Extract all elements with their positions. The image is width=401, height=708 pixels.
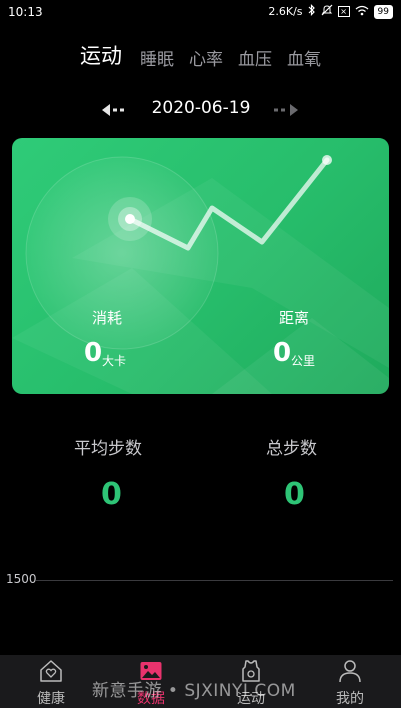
status-time: 10:13 [8,5,43,19]
distance-unit: 公里 [291,354,316,368]
nav-mine[interactable]: 我的 [310,655,390,708]
arrow-right-icon [274,104,298,116]
network-speed: 2.6K/s [268,5,303,18]
tab-blood-pressure[interactable]: 血压 [238,45,272,70]
sim-icon: × [337,6,350,17]
distance-label: 距离 [279,309,310,327]
previous-date-button[interactable] [100,102,132,118]
status-bar: 10:13 2.6K/s × 99 [0,0,401,26]
current-date: 2020-06-19 [151,98,251,118]
date-selector: 2020-06-19 [0,96,401,124]
heart-house-icon [40,660,62,682]
avg-steps-value: 0 [101,477,122,512]
mute-icon [321,4,333,19]
total-steps-label: 总步数 [266,439,317,459]
status-icons: 2.6K/s × 99 [268,4,393,19]
consumption-value: 0 [84,338,103,368]
total-steps-value: 0 [284,477,305,512]
consumption-unit: 大卡 [102,354,127,368]
watermark-text: 新意手游 • SJXINYI.COM [92,681,296,701]
chart-gridline [36,580,393,581]
distance-value: 0 [273,338,292,368]
card-decoration [12,155,389,394]
consumption-label: 消耗 [92,309,123,327]
nav-mine-label: 我的 [336,691,364,707]
summary-card: 消耗 0 大卡 距离 0 公里 [12,138,389,394]
chart-axis-label: 1500 [6,572,37,586]
wifi-icon [355,5,369,19]
tab-sport[interactable]: 运动 [80,40,122,70]
person-icon [339,660,361,683]
app-screen: 10:13 2.6K/s × 99 运动 睡眠 心率 血压 血氧 2020-06… [0,0,401,708]
tab-heart-rate[interactable]: 心率 [189,45,223,70]
next-date-button[interactable] [272,102,304,118]
battery-icon: 99 [373,4,393,19]
arrow-left-icon [102,104,124,116]
nav-health[interactable]: 健康 [11,655,91,708]
tab-blood-oxygen[interactable]: 血氧 [287,45,321,70]
tab-sleep[interactable]: 睡眠 [140,45,174,70]
nav-health-label: 健康 [37,691,65,707]
avg-steps-label: 平均步数 [74,439,142,459]
category-tabs: 运动 睡眠 心率 血压 血氧 [0,36,401,76]
bluetooth-icon [308,4,316,19]
